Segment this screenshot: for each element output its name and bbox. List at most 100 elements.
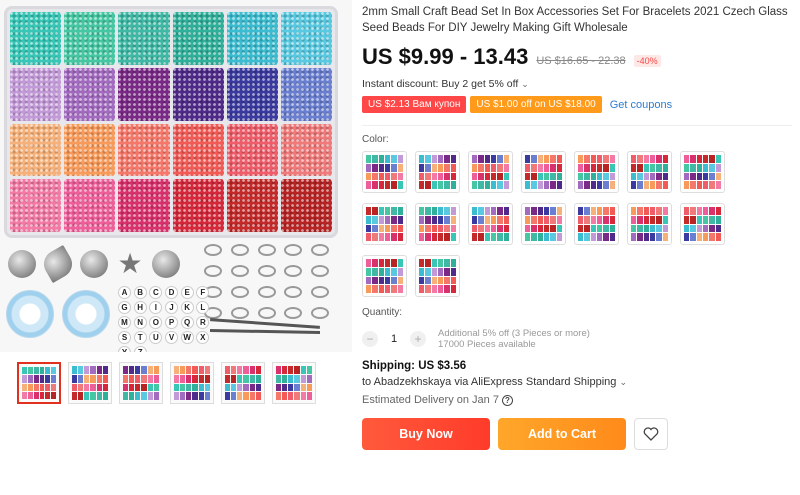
clasp-icon bbox=[284, 265, 303, 277]
estimated-delivery-text: Estimated Delivery on Jan 7 bbox=[362, 394, 499, 406]
elastic-cord-spool-icon bbox=[62, 290, 110, 338]
letter-bead: O bbox=[149, 316, 163, 329]
bead-compartment bbox=[10, 67, 62, 121]
letter-bead: Y bbox=[118, 346, 131, 352]
clasp-icon bbox=[311, 244, 330, 256]
letter-bead: J bbox=[165, 301, 178, 314]
bead-compartment bbox=[118, 123, 170, 177]
clasp-grid bbox=[204, 244, 334, 324]
bead-compartment bbox=[172, 12, 224, 65]
quantity-plus-button[interactable]: + bbox=[410, 331, 426, 347]
letter-bead: D bbox=[165, 286, 178, 299]
thumbnail-image[interactable] bbox=[170, 362, 214, 404]
moon-charm-icon bbox=[152, 250, 180, 278]
quantity-value[interactable]: 1 bbox=[388, 333, 400, 345]
color-swatch[interactable] bbox=[415, 203, 460, 245]
color-swatch[interactable] bbox=[574, 203, 619, 245]
letter-bead: X bbox=[196, 331, 210, 344]
bead-compartment bbox=[280, 12, 332, 65]
letter-bead: M bbox=[118, 316, 131, 329]
stock-note: 17000 Pieces available bbox=[438, 339, 536, 350]
clasp-icon bbox=[257, 265, 276, 277]
color-swatch[interactable] bbox=[362, 151, 407, 193]
coupon-row: US $2.13 Вам купон US $1.00 off on US $1… bbox=[362, 96, 798, 113]
thumbnail-image[interactable] bbox=[221, 362, 265, 404]
main-product-image[interactable]: ★ ABCDEF GHIJKL MNOPQR STUVWX YZ bbox=[0, 0, 352, 352]
thumbnail-image[interactable] bbox=[272, 362, 316, 404]
clasp-icon bbox=[284, 286, 303, 298]
letter-bead: L bbox=[196, 301, 210, 314]
letter-bead: S bbox=[118, 331, 131, 344]
product-info: 2mm Small Craft Bead Set In Box Accessor… bbox=[362, 0, 798, 450]
clasp-icon bbox=[257, 244, 276, 256]
bead-compartment bbox=[172, 67, 224, 121]
clasp-icon bbox=[257, 286, 276, 298]
bead-compartment bbox=[226, 12, 278, 65]
coupon-badge-select[interactable]: US $1.00 off on US $18.00 bbox=[470, 96, 602, 113]
color-swatch[interactable] bbox=[680, 203, 725, 245]
color-swatch[interactable] bbox=[468, 151, 513, 193]
wishlist-button[interactable] bbox=[634, 418, 668, 450]
color-swatch[interactable] bbox=[521, 203, 566, 245]
shipping-label: Shipping: bbox=[362, 360, 416, 372]
color-swatch[interactable] bbox=[521, 151, 566, 193]
letter-beads: ABCDEF GHIJKL MNOPQR STUVWX YZ bbox=[118, 286, 210, 352]
letter-bead: Z bbox=[133, 346, 147, 352]
add-to-cart-button[interactable]: Add to Cart bbox=[498, 418, 626, 450]
color-swatch[interactable] bbox=[362, 255, 407, 297]
bead-compartment bbox=[64, 12, 116, 65]
clasp-icon bbox=[230, 244, 249, 256]
bead-compartment bbox=[280, 123, 332, 177]
letter-bead: P bbox=[165, 316, 178, 329]
discount-badge: -40% bbox=[633, 55, 661, 67]
price: US $9.99 - 13.43 bbox=[362, 44, 529, 69]
estimated-delivery: Estimated Delivery on Jan 7 ? bbox=[362, 394, 798, 406]
help-icon[interactable]: ? bbox=[501, 394, 513, 406]
instant-discount[interactable]: Instant discount: Buy 2 get 5% off ⌄ bbox=[362, 78, 798, 90]
shell-charm-icon bbox=[8, 250, 36, 278]
clasp-icon bbox=[284, 307, 303, 319]
bead-compartment bbox=[64, 179, 116, 232]
color-swatch[interactable] bbox=[415, 255, 460, 297]
clasp-icon bbox=[284, 244, 303, 256]
clasp-icon bbox=[257, 307, 276, 319]
instant-discount-text: Instant discount: Buy 2 get 5% off bbox=[362, 78, 519, 90]
letter-bead: F bbox=[196, 286, 210, 299]
color-swatch[interactable] bbox=[415, 151, 460, 193]
star-charm-icon: ★ bbox=[117, 248, 143, 279]
color-swatch[interactable] bbox=[627, 151, 672, 193]
bead-compartment bbox=[10, 123, 62, 177]
shipping-cost: Shipping: US $3.56 bbox=[362, 360, 798, 372]
thumbnail-image[interactable] bbox=[68, 362, 112, 404]
shipping-destination-text: to Abadzekhskaya via AliExpress Standard… bbox=[362, 376, 617, 388]
thumbnail-image[interactable] bbox=[17, 362, 61, 404]
letter-bead: E bbox=[180, 286, 194, 299]
bead-compartment bbox=[226, 179, 278, 232]
divider bbox=[362, 125, 792, 126]
letter-bead: T bbox=[133, 331, 147, 344]
get-coupons-link[interactable]: Get coupons bbox=[610, 99, 672, 111]
quantity-minus-button[interactable]: − bbox=[362, 331, 378, 347]
color-swatch[interactable] bbox=[627, 203, 672, 245]
color-swatch[interactable] bbox=[468, 203, 513, 245]
action-buttons: Buy Now Add to Cart bbox=[362, 418, 798, 450]
color-swatch[interactable] bbox=[680, 151, 725, 193]
color-swatch[interactable] bbox=[362, 203, 407, 245]
clasp-icon bbox=[230, 265, 249, 277]
bead-compartment bbox=[118, 179, 170, 232]
quantity-note: Additional 5% off (3 Pieces or more) 170… bbox=[438, 328, 590, 350]
leaf-charm-icon bbox=[38, 244, 78, 284]
shipping-destination[interactable]: to Abadzekhskaya via AliExpress Standard… bbox=[362, 376, 798, 388]
letter-bead: H bbox=[133, 301, 147, 314]
bead-compartment bbox=[64, 123, 116, 177]
letter-bead: I bbox=[149, 301, 163, 314]
color-swatch[interactable] bbox=[574, 151, 619, 193]
letter-bead: B bbox=[133, 286, 147, 299]
bulk-discount-note: Additional 5% off (3 Pieces or more) bbox=[438, 328, 590, 339]
thumbnail-image[interactable] bbox=[119, 362, 163, 404]
elastic-cord-spool-icon bbox=[6, 290, 54, 338]
buy-now-button[interactable]: Buy Now bbox=[362, 418, 490, 450]
bead-compartment bbox=[118, 67, 170, 121]
coupon-badge-store[interactable]: US $2.13 Вам купон bbox=[362, 96, 467, 113]
product-title: 2mm Small Craft Bead Set In Box Accessor… bbox=[362, 6, 788, 34]
